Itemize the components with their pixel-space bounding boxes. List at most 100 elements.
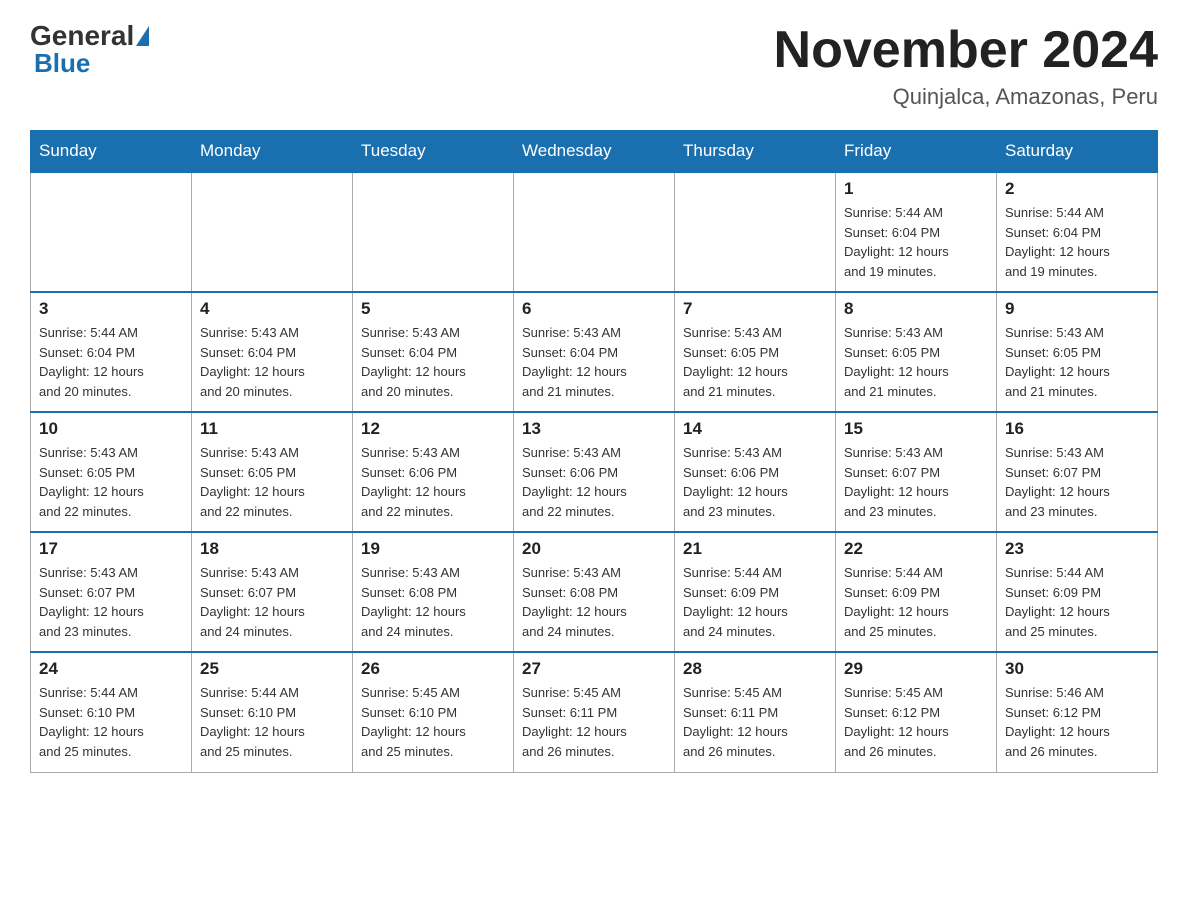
day-info: Sunrise: 5:43 AMSunset: 6:07 PMDaylight:… [1005,443,1149,521]
day-info: Sunrise: 5:44 AMSunset: 6:10 PMDaylight:… [39,683,183,761]
location-subtitle: Quinjalca, Amazonas, Peru [774,84,1158,110]
day-info: Sunrise: 5:45 AMSunset: 6:10 PMDaylight:… [361,683,505,761]
day-info: Sunrise: 5:43 AMSunset: 6:07 PMDaylight:… [844,443,988,521]
day-number: 18 [200,539,344,559]
header-sunday: Sunday [31,131,192,173]
day-info: Sunrise: 5:44 AMSunset: 6:09 PMDaylight:… [683,563,827,641]
table-row [192,172,353,292]
day-number: 10 [39,419,183,439]
calendar-week-row: 1 Sunrise: 5:44 AMSunset: 6:04 PMDaylight… [31,172,1158,292]
day-number: 2 [1005,179,1149,199]
page-header: General Blue November 2024 Quinjalca, Am… [30,20,1158,110]
day-number: 4 [200,299,344,319]
day-info: Sunrise: 5:45 AMSunset: 6:12 PMDaylight:… [844,683,988,761]
header-tuesday: Tuesday [353,131,514,173]
day-info: Sunrise: 5:44 AMSunset: 6:04 PMDaylight:… [39,323,183,401]
table-row: 29 Sunrise: 5:45 AMSunset: 6:12 PMDayligh… [836,652,997,772]
calendar-week-row: 3 Sunrise: 5:44 AMSunset: 6:04 PMDaylight… [31,292,1158,412]
day-info: Sunrise: 5:44 AMSunset: 6:09 PMDaylight:… [1005,563,1149,641]
logo-blue-text: Blue [34,48,90,79]
table-row: 24Sunrise: 5:44 AMSunset: 6:10 PMDayligh… [31,652,192,772]
logo-area: General Blue [30,20,151,79]
day-info: Sunrise: 5:43 AMSunset: 6:06 PMDaylight:… [522,443,666,521]
day-number: 12 [361,419,505,439]
day-number: 25 [200,659,344,679]
header-monday: Monday [192,131,353,173]
table-row: 15 Sunrise: 5:43 AMSunset: 6:07 PMDayligh… [836,412,997,532]
day-number: 17 [39,539,183,559]
table-row: 5 Sunrise: 5:43 AMSunset: 6:04 PMDaylight… [353,292,514,412]
table-row: 28 Sunrise: 5:45 AMSunset: 6:11 PMDayligh… [675,652,836,772]
day-info: Sunrise: 5:44 AMSunset: 6:10 PMDaylight:… [200,683,344,761]
day-info: Sunrise: 5:43 AMSunset: 6:05 PMDaylight:… [1005,323,1149,401]
table-row: 7 Sunrise: 5:43 AMSunset: 6:05 PMDaylight… [675,292,836,412]
day-number: 13 [522,419,666,439]
header-saturday: Saturday [997,131,1158,173]
day-info: Sunrise: 5:45 AMSunset: 6:11 PMDaylight:… [522,683,666,761]
day-info: Sunrise: 5:43 AMSunset: 6:04 PMDaylight:… [200,323,344,401]
table-row: 22 Sunrise: 5:44 AMSunset: 6:09 PMDayligh… [836,532,997,652]
day-number: 14 [683,419,827,439]
table-row: 6Sunrise: 5:43 AMSunset: 6:04 PMDaylight… [514,292,675,412]
day-number: 20 [522,539,666,559]
day-info: Sunrise: 5:43 AMSunset: 6:04 PMDaylight:… [361,323,505,401]
table-row: 14 Sunrise: 5:43 AMSunset: 6:06 PMDayligh… [675,412,836,532]
day-number: 5 [361,299,505,319]
day-number: 28 [683,659,827,679]
day-info: Sunrise: 5:44 AMSunset: 6:09 PMDaylight:… [844,563,988,641]
day-info: Sunrise: 5:43 AMSunset: 6:08 PMDaylight:… [522,563,666,641]
day-number: 27 [522,659,666,679]
day-info: Sunrise: 5:43 AMSunset: 6:05 PMDaylight:… [683,323,827,401]
header-thursday: Thursday [675,131,836,173]
table-row: 11Sunrise: 5:43 AMSunset: 6:05 PMDayligh… [192,412,353,532]
day-info: Sunrise: 5:45 AMSunset: 6:11 PMDaylight:… [683,683,827,761]
day-number: 3 [39,299,183,319]
day-number: 1 [844,179,988,199]
table-row: 3 Sunrise: 5:44 AMSunset: 6:04 PMDaylight… [31,292,192,412]
day-number: 23 [1005,539,1149,559]
table-row: 25 Sunrise: 5:44 AMSunset: 6:10 PMDayligh… [192,652,353,772]
table-row: 12Sunrise: 5:43 AMSunset: 6:06 PMDayligh… [353,412,514,532]
day-info: Sunrise: 5:43 AMSunset: 6:07 PMDaylight:… [200,563,344,641]
title-area: November 2024 Quinjalca, Amazonas, Peru [774,20,1158,110]
day-info: Sunrise: 5:43 AMSunset: 6:06 PMDaylight:… [683,443,827,521]
day-info: Sunrise: 5:43 AMSunset: 6:05 PMDaylight:… [39,443,183,521]
table-row: 19Sunrise: 5:43 AMSunset: 6:08 PMDayligh… [353,532,514,652]
day-info: Sunrise: 5:44 AMSunset: 6:04 PMDaylight:… [1005,203,1149,281]
calendar-table: Sunday Monday Tuesday Wednesday Thursday… [30,130,1158,773]
table-row: 27 Sunrise: 5:45 AMSunset: 6:11 PMDayligh… [514,652,675,772]
calendar-week-row: 10 Sunrise: 5:43 AMSunset: 6:05 PMDayligh… [31,412,1158,532]
day-info: Sunrise: 5:43 AMSunset: 6:07 PMDaylight:… [39,563,183,641]
day-info: Sunrise: 5:44 AMSunset: 6:04 PMDaylight:… [844,203,988,281]
day-number: 11 [200,419,344,439]
day-number: 8 [844,299,988,319]
header-friday: Friday [836,131,997,173]
day-number: 15 [844,419,988,439]
day-info: Sunrise: 5:46 AMSunset: 6:12 PMDaylight:… [1005,683,1149,761]
table-row: 13 Sunrise: 5:43 AMSunset: 6:06 PMDayligh… [514,412,675,532]
table-row: 16Sunrise: 5:43 AMSunset: 6:07 PMDayligh… [997,412,1158,532]
table-row [675,172,836,292]
table-row: 2 Sunrise: 5:44 AMSunset: 6:04 PMDaylight… [997,172,1158,292]
table-row: 23 Sunrise: 5:44 AMSunset: 6:09 PMDayligh… [997,532,1158,652]
table-row: 8Sunrise: 5:43 AMSunset: 6:05 PMDaylight… [836,292,997,412]
table-row: 9 Sunrise: 5:43 AMSunset: 6:05 PMDaylight… [997,292,1158,412]
day-info: Sunrise: 5:43 AMSunset: 6:04 PMDaylight:… [522,323,666,401]
calendar-week-row: 24Sunrise: 5:44 AMSunset: 6:10 PMDayligh… [31,652,1158,772]
day-info: Sunrise: 5:43 AMSunset: 6:08 PMDaylight:… [361,563,505,641]
day-number: 29 [844,659,988,679]
weekday-header-row: Sunday Monday Tuesday Wednesday Thursday… [31,131,1158,173]
day-number: 22 [844,539,988,559]
day-number: 30 [1005,659,1149,679]
table-row: 21Sunrise: 5:44 AMSunset: 6:09 PMDayligh… [675,532,836,652]
table-row [31,172,192,292]
day-number: 9 [1005,299,1149,319]
table-row [353,172,514,292]
table-row: 17 Sunrise: 5:43 AMSunset: 6:07 PMDayligh… [31,532,192,652]
table-row: 1 Sunrise: 5:44 AMSunset: 6:04 PMDaylight… [836,172,997,292]
table-row: 4 Sunrise: 5:43 AMSunset: 6:04 PMDaylight… [192,292,353,412]
table-row: 30 Sunrise: 5:46 AMSunset: 6:12 PMDayligh… [997,652,1158,772]
day-number: 7 [683,299,827,319]
table-row: 20 Sunrise: 5:43 AMSunset: 6:08 PMDayligh… [514,532,675,652]
table-row [514,172,675,292]
